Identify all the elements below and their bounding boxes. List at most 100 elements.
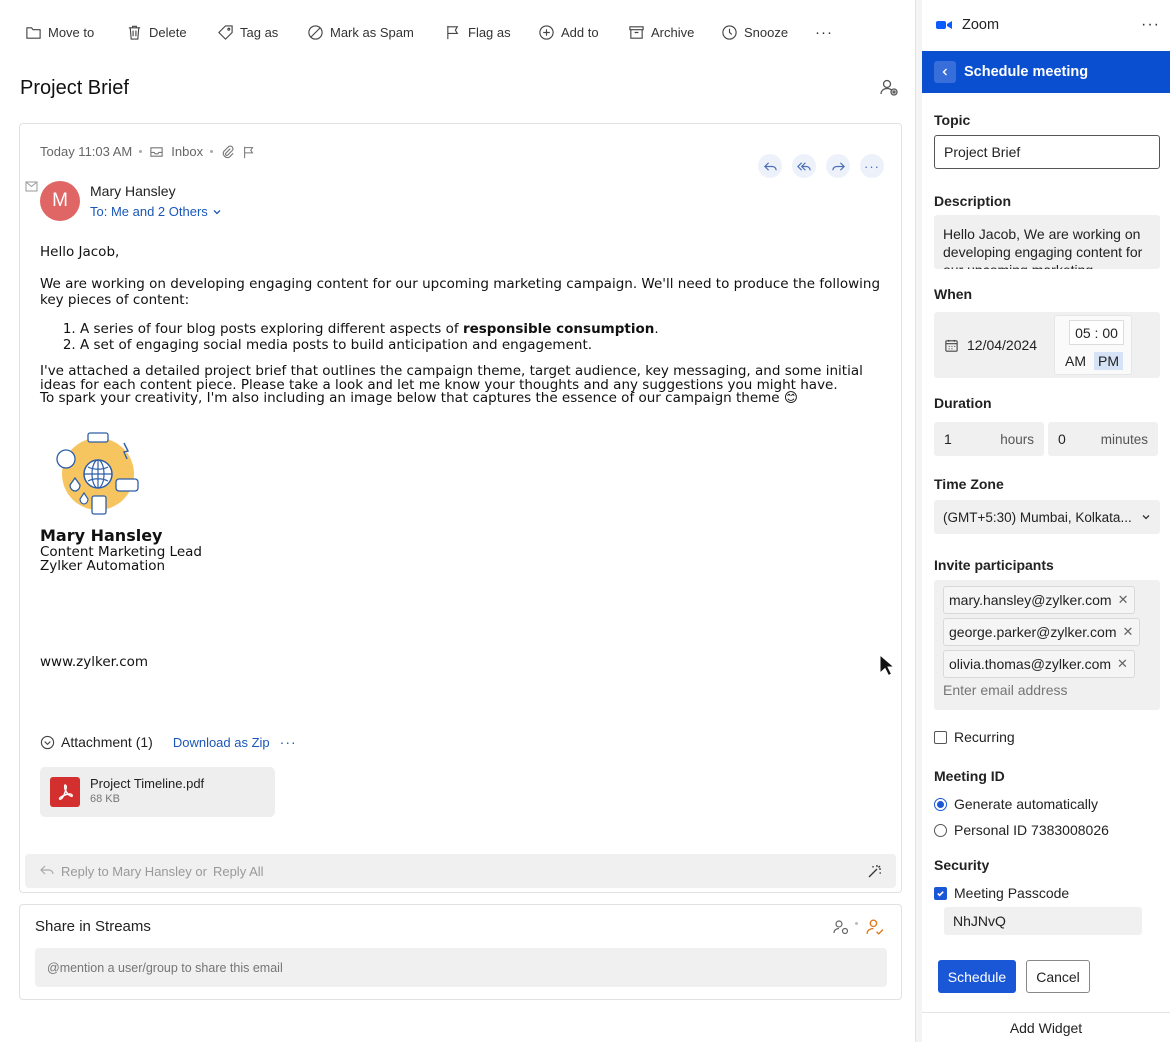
pm-option[interactable]: PM [1094, 352, 1123, 370]
recurring-label: Recurring [954, 729, 1015, 745]
body-paragraph: We are working on developing engaging co… [40, 276, 881, 308]
trash-icon [128, 25, 141, 40]
envelope-icon [25, 181, 38, 192]
duration-hours-input[interactable]: 1 hours [934, 422, 1044, 456]
flag-as-button[interactable]: Flag as [445, 22, 511, 42]
chevron-down-icon [1142, 515, 1150, 520]
body-paragraph: I've attached a detailed project brief t… [40, 363, 863, 393]
group-settings-icon[interactable] [832, 918, 850, 936]
duration-minutes-input[interactable]: 0 minutes [1048, 422, 1158, 456]
attachment-more-button[interactable]: ··· [280, 734, 297, 750]
reply-all-link[interactable]: Reply All [213, 864, 264, 879]
cancel-button[interactable]: Cancel [1026, 960, 1090, 993]
sender-name[interactable]: Mary Hansley [90, 183, 176, 199]
timezone-value: (GMT+5:30) Mumbai, Kolkata... [943, 509, 1132, 525]
move-to-button[interactable]: Move to [25, 22, 94, 42]
personal-id-label: Personal ID 7383008026 [954, 822, 1109, 838]
user-check-icon[interactable] [865, 917, 884, 936]
content-list: A series of four blog posts exploring di… [80, 321, 885, 353]
snooze-button[interactable]: Snooze [721, 22, 788, 42]
signature-website[interactable]: www.zylker.com [40, 654, 148, 670]
passcode-input[interactable]: NhJNvQ [944, 907, 1142, 935]
close-icon[interactable]: ✕ [1118, 592, 1129, 608]
forward-button[interactable] [826, 154, 850, 178]
personal-id-radio[interactable] [934, 823, 947, 837]
delete-button[interactable]: Delete [126, 22, 187, 42]
tag-as-button[interactable]: Tag as [217, 22, 278, 42]
email-folder[interactable]: Inbox [171, 144, 203, 159]
recipients-label: To: Me and 2 Others [90, 204, 208, 219]
description-input[interactable]: Hello Jacob, We are working on developin… [934, 215, 1160, 269]
time-input[interactable]: 05 : 00 [1069, 320, 1124, 345]
close-icon[interactable]: ✕ [1117, 656, 1128, 672]
recurring-checkbox[interactable] [934, 730, 947, 744]
flag-icon [447, 25, 459, 39]
meeting-id-label: Meeting ID [934, 768, 1005, 784]
reply-icon [763, 161, 777, 171]
avatar-initial: M [52, 190, 68, 211]
magic-wand-icon[interactable] [866, 862, 884, 880]
contact-settings-icon[interactable] [878, 76, 900, 98]
email-meta: Today 11:03 AM Inbox [40, 144, 256, 159]
close-icon[interactable]: ✕ [1123, 624, 1134, 640]
personal-id-option[interactable]: Personal ID 7383008026 [934, 822, 1109, 838]
email-card: Today 11:03 AM Inbox ··· M Mary Hansley … [19, 123, 902, 893]
forward-icon [831, 161, 845, 171]
generate-auto-label: Generate automatically [954, 796, 1098, 812]
hours-unit: hours [1000, 431, 1034, 447]
meta-separator [210, 150, 214, 153]
add-to-button[interactable]: Add to [538, 22, 599, 42]
clock-icon [722, 24, 737, 40]
when-label: When [934, 286, 973, 302]
timezone-label: Time Zone [934, 476, 1004, 492]
quick-reply-bar[interactable]: Reply to Mary Hansley or Reply All [25, 854, 896, 888]
attachment-size: 68 KB [90, 793, 120, 805]
am-option[interactable]: AM [1061, 352, 1090, 370]
share-in-streams: Share in Streams [19, 904, 902, 1000]
topic-label: Topic [934, 112, 971, 128]
sender-avatar[interactable]: M [40, 181, 80, 221]
add-widget-button[interactable]: Add Widget [922, 1012, 1170, 1042]
email-address-input[interactable] [943, 682, 1143, 698]
timezone-select[interactable]: (GMT+5:30) Mumbai, Kolkata... [934, 500, 1160, 534]
recipients-toggle[interactable]: To: Me and 2 Others [90, 204, 222, 219]
mention-input[interactable] [35, 948, 887, 987]
list-item: A series of four blog posts exploring di… [80, 321, 885, 337]
reply-all-button[interactable] [792, 154, 816, 178]
zoom-more-button[interactable]: ··· [1141, 16, 1160, 34]
mail-toolbar: Move to Delete Tag as Mark as Spam Flag … [0, 0, 916, 62]
attachment-count: Attachment (1) [61, 734, 153, 750]
passcode-checkbox[interactable] [934, 886, 947, 900]
email-body: Hello Jacob, We are working on developin… [40, 244, 885, 406]
generate-auto-radio[interactable] [934, 797, 947, 811]
flag-icon[interactable] [242, 145, 256, 159]
chevron-circle-icon[interactable] [40, 735, 55, 750]
download-zip-link[interactable]: Download as Zip [173, 735, 270, 750]
meta-separator [855, 922, 858, 925]
pdf-icon [50, 777, 80, 807]
plus-circle-icon [539, 24, 554, 40]
attachment-name: Project Timeline.pdf [90, 776, 205, 791]
topic-input[interactable] [934, 135, 1160, 169]
zoom-title: Zoom [962, 17, 1000, 33]
reply-button[interactable] [758, 154, 782, 178]
passcode-option[interactable]: Meeting Passcode [934, 885, 1069, 901]
schedule-button[interactable]: Schedule [938, 960, 1016, 993]
attachment-file[interactable]: Project Timeline.pdf 68 KB [40, 767, 275, 817]
reply-to-sender[interactable]: Reply to Mary Hansley or [61, 864, 207, 879]
body-paragraph: To spark your creativity, I'm also inclu… [40, 390, 798, 406]
mark-as-spam-button[interactable]: Mark as Spam [307, 22, 414, 42]
minutes-value: 0 [1058, 431, 1066, 447]
email-more-button[interactable]: ··· [860, 154, 884, 178]
generate-auto-option[interactable]: Generate automatically [934, 796, 1098, 812]
date-picker[interactable]: 12/04/2024 [934, 327, 1037, 363]
archive-button[interactable]: Archive [628, 22, 694, 42]
invite-participants-field: mary.hansley@zylker.com ✕ george.parker@… [934, 580, 1160, 710]
attachment-header: Attachment (1) Download as Zip ··· [40, 734, 297, 750]
recurring-option[interactable]: Recurring [934, 729, 1015, 745]
description-label: Description [934, 193, 1012, 209]
toolbar-more-button[interactable]: ··· [815, 22, 833, 42]
minutes-unit: minutes [1100, 431, 1148, 447]
list-item: A set of engaging social media posts to … [80, 337, 885, 353]
back-button[interactable] [934, 61, 956, 83]
